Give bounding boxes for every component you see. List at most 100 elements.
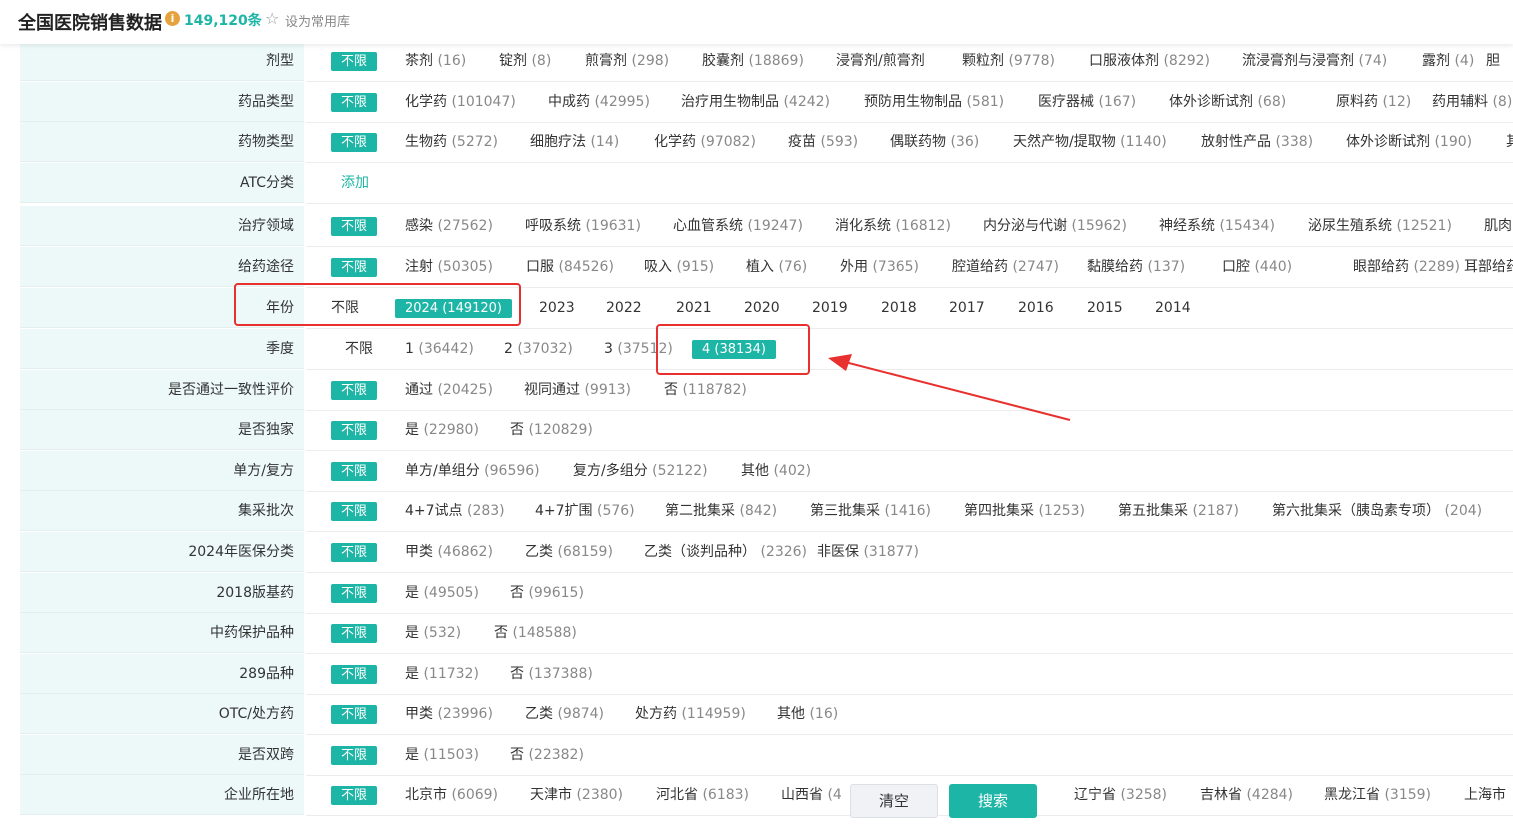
filter-option-selected[interactable]: 不限 [331,462,378,481]
filter-option[interactable]: 2019 [812,300,848,317]
filter-option[interactable]: 否 (118782) [664,382,747,399]
filter-option-selected[interactable]: 不限 [331,52,378,71]
filter-option[interactable]: 天津市 (2380) [530,787,623,804]
filter-option[interactable]: 2014 [1155,300,1191,317]
filter-option[interactable]: 通过 (20425) [405,382,493,399]
filter-option[interactable]: 否 (22382) [510,747,584,764]
filter-option-selected[interactable]: 不限 [331,217,378,236]
filter-option[interactable]: 否 (120829) [510,422,593,439]
filter-option[interactable]: 呼吸系统 (19631) [525,218,641,235]
filter-option-selected[interactable]: 不限 [331,543,378,562]
filter-option[interactable]: 胆 [1486,53,1500,70]
filter-option[interactable]: 眼部给药 (2289) [1353,259,1460,276]
filter-option[interactable]: 泌尿生殖系统 (12521) [1308,218,1452,235]
filter-option[interactable]: 北京市 (6069) [405,787,498,804]
filter-option[interactable]: 甲类 (23996) [405,706,493,723]
star-icon[interactable]: ☆ [265,9,279,28]
filter-option[interactable]: 内分泌与代谢 (15962) [983,218,1127,235]
filter-option[interactable]: 辽宁省 (3258) [1074,787,1167,804]
filter-option[interactable]: 原料药 (12) [1336,94,1411,111]
filter-option[interactable]: 非医保 (31877) [817,544,919,561]
filter-option[interactable]: 口服液体剂 (8292) [1089,53,1210,70]
filter-option[interactable]: 1 (36442) [405,341,474,358]
filter-option-selected[interactable]: 不限 [331,381,378,400]
filter-option[interactable]: 视同通过 (9913) [524,382,631,399]
filter-option[interactable]: 单方/单组分 (96596) [405,463,540,480]
filter-option-selected[interactable]: 不限 [331,133,378,152]
filter-option[interactable]: 中成药 (42995) [548,94,650,111]
filter-option[interactable]: 第三批集采 (1416) [810,503,931,520]
filter-option[interactable]: 腔道给药 (2747) [952,259,1059,276]
filter-option[interactable]: 医疗器械 (167) [1038,94,1136,111]
filter-option[interactable]: 第六批集采（胰岛素专项） (204) [1272,503,1482,520]
filter-option-selected[interactable]: 不限 [331,624,378,643]
filter-option-selected[interactable]: 不限 [331,705,378,724]
filter-option[interactable]: 其他 (16) [777,706,838,723]
filter-option[interactable]: 天然产物/提取物 (1140) [1013,134,1167,151]
filter-option[interactable]: 是 (11503) [405,747,479,764]
filter-option[interactable]: 甲类 (46862) [405,544,493,561]
filter-option[interactable]: 乙类（谈判品种） (2326) [644,544,807,561]
filter-option[interactable]: 4+7扩围 (576) [535,503,635,520]
filter-option-selected[interactable]: 不限 [331,786,378,805]
filter-option[interactable]: 处方药 (114959) [635,706,746,723]
filter-option[interactable]: 2 (37032) [504,341,573,358]
filter-option[interactable]: 复方/多组分 (52122) [573,463,708,480]
filter-option[interactable]: 药用辅料 (8) [1432,94,1512,111]
filter-option[interactable]: 第四批集采 (1253) [964,503,1085,520]
filter-option[interactable]: 其 [1506,134,1513,151]
filter-option[interactable]: 体外诊断试剂 (190) [1346,134,1472,151]
filter-option[interactable]: 露剂 (4) [1422,53,1474,70]
filter-option[interactable]: 否 (99615) [510,585,584,602]
filter-option[interactable]: 治疗用生物制品 (4242) [681,94,830,111]
filter-option[interactable]: 流浸膏剂与浸膏剂 (74) [1242,53,1387,70]
filter-option[interactable]: 神经系统 (15434) [1159,218,1275,235]
filter-option-selected[interactable]: 不限 [331,421,378,440]
filter-option[interactable]: 颗粒剂 (9778) [962,53,1055,70]
filter-option[interactable]: 体外诊断试剂 (68) [1169,94,1286,111]
filter-option[interactable]: 化学药 (101047) [405,94,516,111]
filter-option[interactable]: 是 (22980) [405,422,479,439]
filter-option-selected[interactable]: 不限 [331,258,378,277]
filter-option[interactable]: 山西省 (4 [781,787,842,804]
filter-option[interactable]: 疫苗 (593) [788,134,858,151]
filter-option[interactable]: 乙类 (68159) [525,544,613,561]
filter-option[interactable]: 茶剂 (16) [405,53,466,70]
filter-option[interactable]: 肌肉 [1484,218,1512,235]
filter-option[interactable]: 锭剂 (8) [499,53,551,70]
filter-option[interactable]: 是 (49505) [405,585,479,602]
filter-option[interactable]: 外用 (7365) [840,259,919,276]
filter-option[interactable]: 2015 [1087,300,1123,317]
filter-option[interactable]: 否 (137388) [510,666,593,683]
filter-option[interactable]: 口服 (84526) [526,259,614,276]
filter-option[interactable]: 2020 [744,300,780,317]
filter-option[interactable]: 2021 [676,300,712,317]
clear-button[interactable]: 清空 [850,784,938,818]
filter-option[interactable]: 生物药 (5272) [405,134,498,151]
filter-option[interactable]: 耳部给药 [1464,259,1513,276]
filter-option[interactable]: 4+7试点 (283) [405,503,505,520]
filter-option[interactable]: 否 (148588) [494,625,577,642]
filter-option-selected[interactable]: 不限 [331,665,378,684]
filter-option[interactable]: 其他 (402) [741,463,811,480]
info-icon[interactable]: i [165,11,180,26]
filter-option-selected[interactable]: 不限 [331,584,378,603]
filter-option[interactable]: 河北省 (6183) [656,787,749,804]
filter-option[interactable]: 2016 [1018,300,1054,317]
filter-option[interactable]: 吉林省 (4284) [1200,787,1293,804]
filter-option[interactable]: 化学药 (97082) [654,134,756,151]
filter-option-selected[interactable]: 不限 [331,746,378,765]
filter-option[interactable]: 不限 [345,341,373,358]
filter-option[interactable]: 放射性产品 (338) [1201,134,1313,151]
add-filter-link[interactable]: 添加 [341,175,369,192]
set-favorite-link[interactable]: 设为常用库 [285,11,350,30]
filter-option[interactable]: 第二批集采 (842) [665,503,777,520]
filter-option[interactable]: 消化系统 (16812) [835,218,951,235]
filter-option[interactable]: 2018 [881,300,917,317]
filter-option[interactable]: 口腔 (440) [1222,259,1292,276]
filter-option[interactable]: 乙类 (9874) [525,706,604,723]
filter-option[interactable]: 是 (532) [405,625,461,642]
filter-option[interactable]: 2017 [949,300,985,317]
filter-option[interactable]: 2022 [606,300,642,317]
filter-option-selected[interactable]: 不限 [331,93,378,112]
